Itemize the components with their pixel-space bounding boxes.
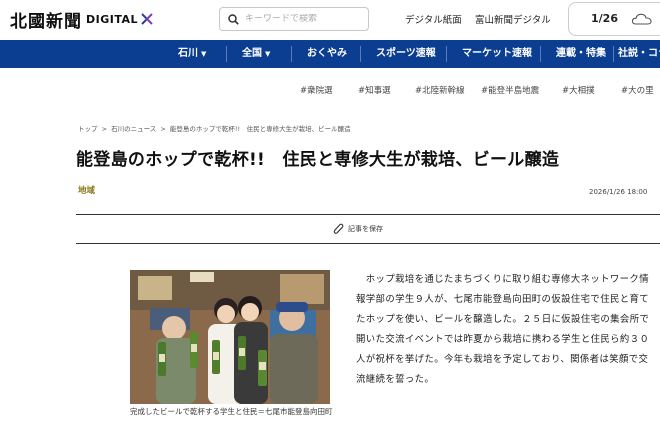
- photo-illustration: [130, 270, 330, 404]
- article-body: ホップ栽培を通じたまちづくりに取り組む専修大ネットワーク情報学部の学生９人が、七…: [356, 274, 650, 385]
- logo-digital: DIGITAL: [86, 12, 139, 26]
- nav-divider: [446, 46, 447, 62]
- hashtag-link[interactable]: #能登半島地震: [481, 84, 539, 96]
- breadcrumb-separator: >: [160, 125, 166, 133]
- category-label[interactable]: 地域: [78, 184, 95, 196]
- toyama-digital-link[interactable]: 富山新聞デジタル: [475, 12, 551, 26]
- article-title: 能登島のホップで乾杯!! 住民と専修大生が栽培、ビール醸造: [76, 150, 560, 170]
- main-nav: 石川▼ 全国▼ おくやみ スポーツ速報 マーケット速報 連載・特集 社説・コラ: [0, 40, 660, 68]
- nav-divider: [360, 46, 361, 62]
- nav-item-editorial[interactable]: 社説・コラ: [618, 40, 660, 68]
- save-article-label: 記事を保存: [348, 225, 383, 233]
- nav-item-ishikawa[interactable]: 石川 ▼: [178, 40, 206, 68]
- chevron-down-icon: ▼: [201, 50, 207, 58]
- hashtag-link[interactable]: #知事選: [358, 84, 391, 96]
- nav-label: 社説・コラ: [618, 48, 660, 59]
- breadcrumb-current: 能登島のホップで乾杯!! 住民と専修大生が栽培、ビール醸造: [169, 125, 351, 133]
- published-date: 2026/1/26 18:00: [589, 188, 648, 196]
- hashtag-bar: #衆院選 #知事選 #北陸新幹線 #能登半島地震 #大相撲 #大の里: [300, 84, 660, 98]
- nav-label: 連載・特集: [556, 48, 606, 59]
- hashtag-link[interactable]: #衆院選: [300, 84, 333, 96]
- search-input[interactable]: [245, 14, 360, 24]
- date-weather-box[interactable]: 1/26: [568, 2, 660, 36]
- cloud-icon: [631, 13, 652, 25]
- nav-label: マーケット速報: [462, 48, 532, 59]
- chevron-down-icon: ▼: [265, 50, 271, 58]
- breadcrumb-ishikawa-news[interactable]: 石川のニュース: [111, 125, 156, 133]
- logo-mark-icon: [141, 13, 153, 25]
- article-photo[interactable]: [130, 270, 330, 404]
- nav-label: 石川: [178, 48, 198, 59]
- photo-caption: 完成したビールで乾杯する学生と住民＝七尾市能登島向田町: [130, 407, 333, 416]
- breadcrumb-top[interactable]: トップ: [78, 125, 98, 133]
- nav-label: おくやみ: [307, 48, 347, 59]
- hashtag-link[interactable]: #北陸新幹線: [415, 84, 465, 96]
- nav-divider: [613, 46, 614, 62]
- nav-divider: [291, 46, 292, 62]
- divider: [76, 243, 660, 244]
- logo-japanese: 北國新聞: [10, 11, 82, 32]
- breadcrumb-separator: >: [101, 125, 108, 133]
- nav-label: 全国: [242, 48, 262, 59]
- nav-item-market[interactable]: マーケット速報: [462, 40, 532, 68]
- hashtag-link[interactable]: #大相撲: [562, 84, 595, 96]
- divider: [76, 214, 660, 215]
- breadcrumb: トップ > 石川のニュース > 能登島のホップで乾杯!! 住民と専修大生が栽培、…: [78, 123, 353, 133]
- nav-item-national[interactable]: 全国 ▼: [242, 40, 270, 68]
- top-header: 北國新聞 DIGITAL デジタル紙面 富山新聞デジタル 1/26: [0, 0, 660, 40]
- current-date: 1/26: [591, 12, 618, 25]
- nav-item-sports[interactable]: スポーツ速報: [376, 40, 436, 68]
- nav-divider: [540, 46, 541, 62]
- nav-divider: [226, 46, 227, 62]
- paperclip-icon: [333, 223, 344, 234]
- nav-item-series[interactable]: 連載・特集: [556, 40, 606, 68]
- nav-label: スポーツ速報: [376, 48, 436, 59]
- search-icon: [228, 13, 239, 25]
- site-logo[interactable]: 北國新聞 DIGITAL: [10, 8, 154, 32]
- search-box[interactable]: [219, 7, 369, 31]
- digital-paper-link[interactable]: デジタル紙面: [405, 12, 462, 26]
- save-article-button[interactable]: 記事を保存: [333, 221, 383, 237]
- nav-item-obituaries[interactable]: おくやみ: [307, 40, 347, 68]
- hashtag-link[interactable]: #大の里: [621, 84, 654, 96]
